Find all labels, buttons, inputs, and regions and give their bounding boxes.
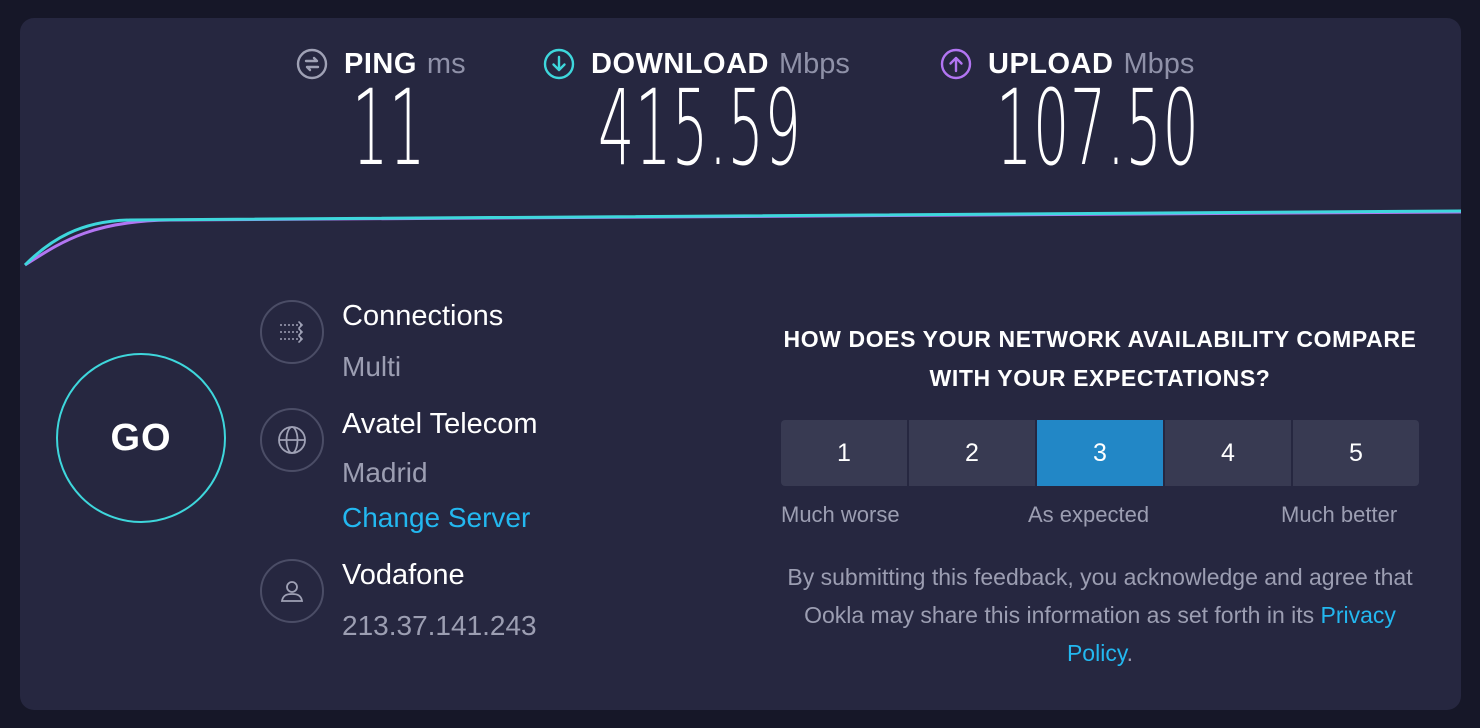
ping-unit: ms [426,47,466,80]
scale-high-label: Much better [1281,502,1398,527]
multi-arrows-icon [280,321,304,343]
globe-icon [278,426,306,454]
download-value: 415.59 [598,67,802,189]
rating-option-5[interactable]: 5 [1293,420,1419,486]
survey-question: HOW DOES YOUR NETWORK AVAILABILITY COMPA… [783,326,1417,391]
rating-option-3[interactable]: 3 [1037,420,1163,486]
upload-arrow-icon [940,48,972,80]
feedback-disclaimer: By submitting this feedback, you acknowl… [780,558,1420,672]
isp-icon [260,559,324,623]
connections-value: Multi [342,351,402,382]
ping-value: 11 [352,67,426,189]
rating-scale: 1 2 3 4 5 [781,420,1419,486]
rating-option-4[interactable]: 4 [1165,420,1291,486]
user-icon [280,581,304,602]
connections-title: Connections [342,300,504,332]
isp-ip: 213.37.141.243 [342,610,537,641]
rating-option-2[interactable]: 2 [909,420,1035,486]
scale-low-label: Much worse [781,502,900,527]
ping-icon [296,48,328,80]
go-button[interactable]: GO [56,353,226,523]
scale-mid-label: As expected [1028,502,1150,527]
change-server-link[interactable]: Change Server [342,502,530,534]
server-name: Avatel Telecom [342,408,538,440]
server-location: Madrid [342,457,428,488]
isp-name: Vodafone [342,559,465,591]
upload-value: 107.50 [996,67,1200,189]
rating-option-1[interactable]: 1 [781,420,907,486]
disclaimer-text: By submitting this feedback, you acknowl… [787,564,1413,628]
disclaimer-period: . [1126,640,1134,666]
results-card: PING ms 11 DOWNLOAD Mbps 415.59 UPLOAD M… [20,18,1461,710]
speed-graph [23,209,1461,267]
download-line [23,209,1461,267]
connections-icon[interactable] [260,300,324,364]
download-arrow-icon [543,48,575,80]
server-icon [260,408,324,472]
